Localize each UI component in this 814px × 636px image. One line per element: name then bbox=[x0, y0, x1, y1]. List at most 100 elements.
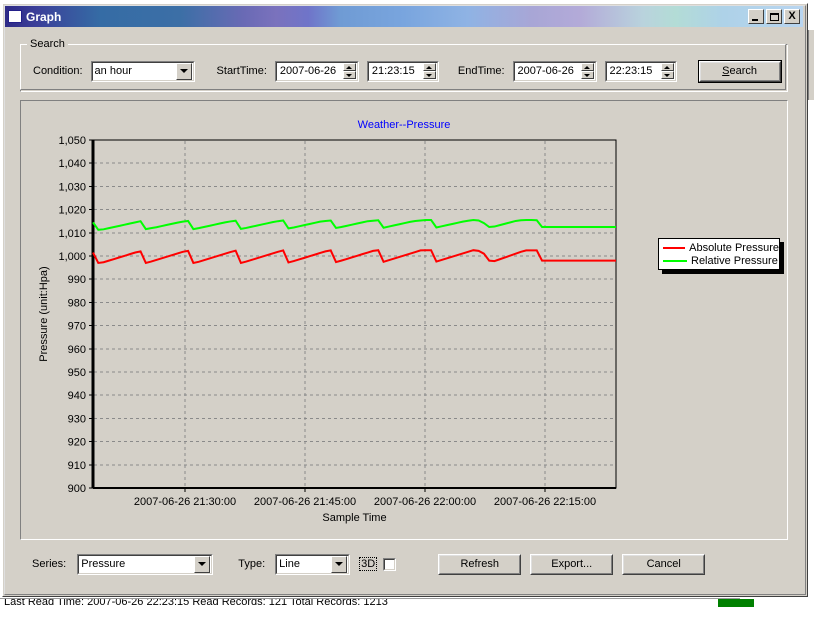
svg-text:1,050: 1,050 bbox=[58, 135, 86, 147]
start-time-label: StartTime: bbox=[216, 65, 267, 77]
chart-panel: Weather--Pressure 900 910 920 930 940 950 960 9… bbox=[20, 100, 788, 540]
search-button-rest: earch bbox=[729, 65, 757, 77]
window-icon bbox=[8, 10, 22, 23]
end-date-spin-up[interactable] bbox=[580, 63, 594, 71]
arrow-down-icon bbox=[426, 73, 433, 77]
end-clock-spin-down[interactable] bbox=[660, 71, 674, 79]
export-button[interactable]: Export... bbox=[530, 553, 614, 575]
arrow-up-icon bbox=[664, 65, 671, 69]
svg-text:1,040: 1,040 bbox=[58, 158, 86, 170]
arrow-up-icon bbox=[346, 65, 353, 69]
type-dropdown[interactable]: Line bbox=[275, 553, 351, 575]
arrow-up-icon bbox=[426, 65, 433, 69]
refresh-button[interactable]: Refresh bbox=[438, 553, 522, 575]
background-strip-text: Last Read Time: 2007-06-26 22:23:15 Read… bbox=[4, 598, 388, 608]
legend-swatch-absolute-pressure bbox=[663, 246, 686, 249]
window-title: Graph bbox=[26, 9, 62, 24]
end-clock-spin-up[interactable] bbox=[660, 63, 674, 71]
end-date-value: 2007-06-26 bbox=[517, 65, 574, 77]
background-window-sliver bbox=[808, 30, 814, 100]
svg-text:1,020: 1,020 bbox=[58, 205, 86, 217]
series-label: Series: bbox=[32, 558, 67, 570]
start-clock-spin-buttons bbox=[422, 63, 436, 79]
legend-swatch-relative-pressure bbox=[663, 259, 687, 262]
start-date-value: 2007-06-26 bbox=[279, 65, 337, 77]
end-date-spin-down[interactable] bbox=[580, 71, 594, 79]
pressure-line-chart: 900 910 920 930 940 950 960 970 980 990 1,000 1,010… bbox=[38, 135, 617, 524]
chevron-down-icon bbox=[179, 69, 188, 73]
search-groupbox: Search Condition: an hour StartTime: 200… bbox=[20, 38, 788, 92]
start-clock-spin-up[interactable] bbox=[422, 63, 436, 71]
svg-text:930: 930 bbox=[68, 413, 86, 425]
export-button-label: Export... bbox=[551, 558, 593, 570]
legend-item: Absolute Pressure bbox=[663, 241, 779, 254]
svg-text:970: 970 bbox=[68, 321, 86, 333]
condition-dropdown[interactable]: an hour bbox=[90, 60, 195, 82]
start-date-spin-buttons bbox=[342, 63, 356, 79]
svg-text:910: 910 bbox=[68, 460, 86, 472]
search-groupbox-legend: Search bbox=[27, 38, 68, 50]
start-clock-spin-down[interactable] bbox=[422, 71, 436, 79]
type-dropdown-value: Line bbox=[279, 558, 300, 570]
start-date-spin-down[interactable] bbox=[342, 71, 356, 79]
svg-text:Pressure (unit:Hpa): Pressure (unit:Hpa) bbox=[38, 266, 50, 361]
arrow-down-icon bbox=[346, 73, 353, 77]
end-date-spin-buttons bbox=[580, 63, 594, 79]
end-clock-spin-buttons bbox=[660, 63, 674, 79]
chevron-down-icon bbox=[198, 562, 207, 566]
close-icon: X bbox=[788, 10, 796, 22]
svg-text:1,010: 1,010 bbox=[58, 228, 86, 240]
svg-text:900: 900 bbox=[68, 483, 86, 495]
legend-item: Relative Pressure bbox=[663, 254, 779, 267]
search-button-label: Search bbox=[722, 65, 757, 77]
svg-text:920: 920 bbox=[68, 437, 86, 449]
start-clock-value: 21:23:15 bbox=[371, 65, 415, 77]
chart-legend: Absolute Pressure Relative Pressure bbox=[658, 238, 780, 270]
start-date-spinner[interactable]: 2007-06-26 bbox=[274, 60, 359, 82]
start-date-spin-up[interactable] bbox=[342, 63, 356, 71]
maximize-icon bbox=[769, 12, 779, 21]
series-dropdown-value: Pressure bbox=[81, 558, 126, 570]
start-clock-spinner[interactable]: 21:23:15 bbox=[366, 60, 439, 82]
svg-text:1,030: 1,030 bbox=[58, 181, 86, 193]
chevron-down-icon bbox=[335, 562, 344, 566]
svg-text:1,000: 1,000 bbox=[58, 251, 86, 263]
cancel-button-label: Cancel bbox=[646, 558, 681, 570]
window-controls: X bbox=[748, 9, 800, 24]
background-strip-status-indicator bbox=[718, 599, 754, 607]
title-bar[interactable]: Graph X bbox=[5, 6, 803, 27]
end-time-label: EndTime: bbox=[457, 65, 505, 77]
svg-text:990: 990 bbox=[68, 274, 86, 286]
graph-window: Graph X Search Condition: an hour StartT… bbox=[2, 3, 808, 597]
search-button[interactable]: Search bbox=[697, 59, 782, 83]
cancel-button[interactable]: Cancel bbox=[622, 553, 706, 575]
refresh-button-label: Refresh bbox=[460, 558, 499, 570]
svg-text:2007-06-26 22:15:00: 2007-06-26 22:15:00 bbox=[494, 496, 596, 508]
svg-text:Sample Time: Sample Time bbox=[322, 512, 386, 524]
svg-text:960: 960 bbox=[68, 344, 86, 356]
condition-label: Condition: bbox=[33, 65, 83, 77]
end-date-spinner[interactable]: 2007-06-26 bbox=[512, 60, 597, 82]
maximize-button[interactable] bbox=[766, 9, 782, 24]
arrow-up-icon bbox=[584, 65, 591, 69]
svg-text:2007-06-26 21:30:00: 2007-06-26 21:30:00 bbox=[134, 496, 236, 508]
type-dropdown-arrow[interactable] bbox=[331, 555, 348, 573]
svg-text:980: 980 bbox=[68, 297, 86, 309]
svg-text:2007-06-26 22:00:00: 2007-06-26 22:00:00 bbox=[374, 496, 476, 508]
close-button[interactable]: X bbox=[784, 9, 800, 24]
minimize-button[interactable] bbox=[748, 9, 764, 24]
series-dropdown[interactable]: Pressure bbox=[77, 553, 214, 575]
three-d-checkbox[interactable] bbox=[383, 557, 397, 571]
legend-label-relative-pressure: Relative Pressure bbox=[691, 254, 778, 267]
end-clock-spinner[interactable]: 22:23:15 bbox=[604, 60, 677, 82]
condition-dropdown-value: an hour bbox=[94, 65, 132, 77]
type-label: Type: bbox=[238, 558, 266, 570]
svg-text:950: 950 bbox=[68, 367, 86, 379]
series-dropdown-arrow[interactable] bbox=[194, 555, 211, 573]
bottom-toolbar: Series: Pressure Type: Line 3D Refresh E… bbox=[20, 550, 788, 578]
minimize-icon bbox=[752, 19, 758, 21]
end-clock-value: 22:23:15 bbox=[609, 65, 653, 77]
legend-label-absolute-pressure: Absolute Pressure bbox=[689, 241, 779, 254]
three-d-label: 3D bbox=[359, 557, 378, 571]
condition-dropdown-arrow[interactable] bbox=[175, 62, 192, 80]
